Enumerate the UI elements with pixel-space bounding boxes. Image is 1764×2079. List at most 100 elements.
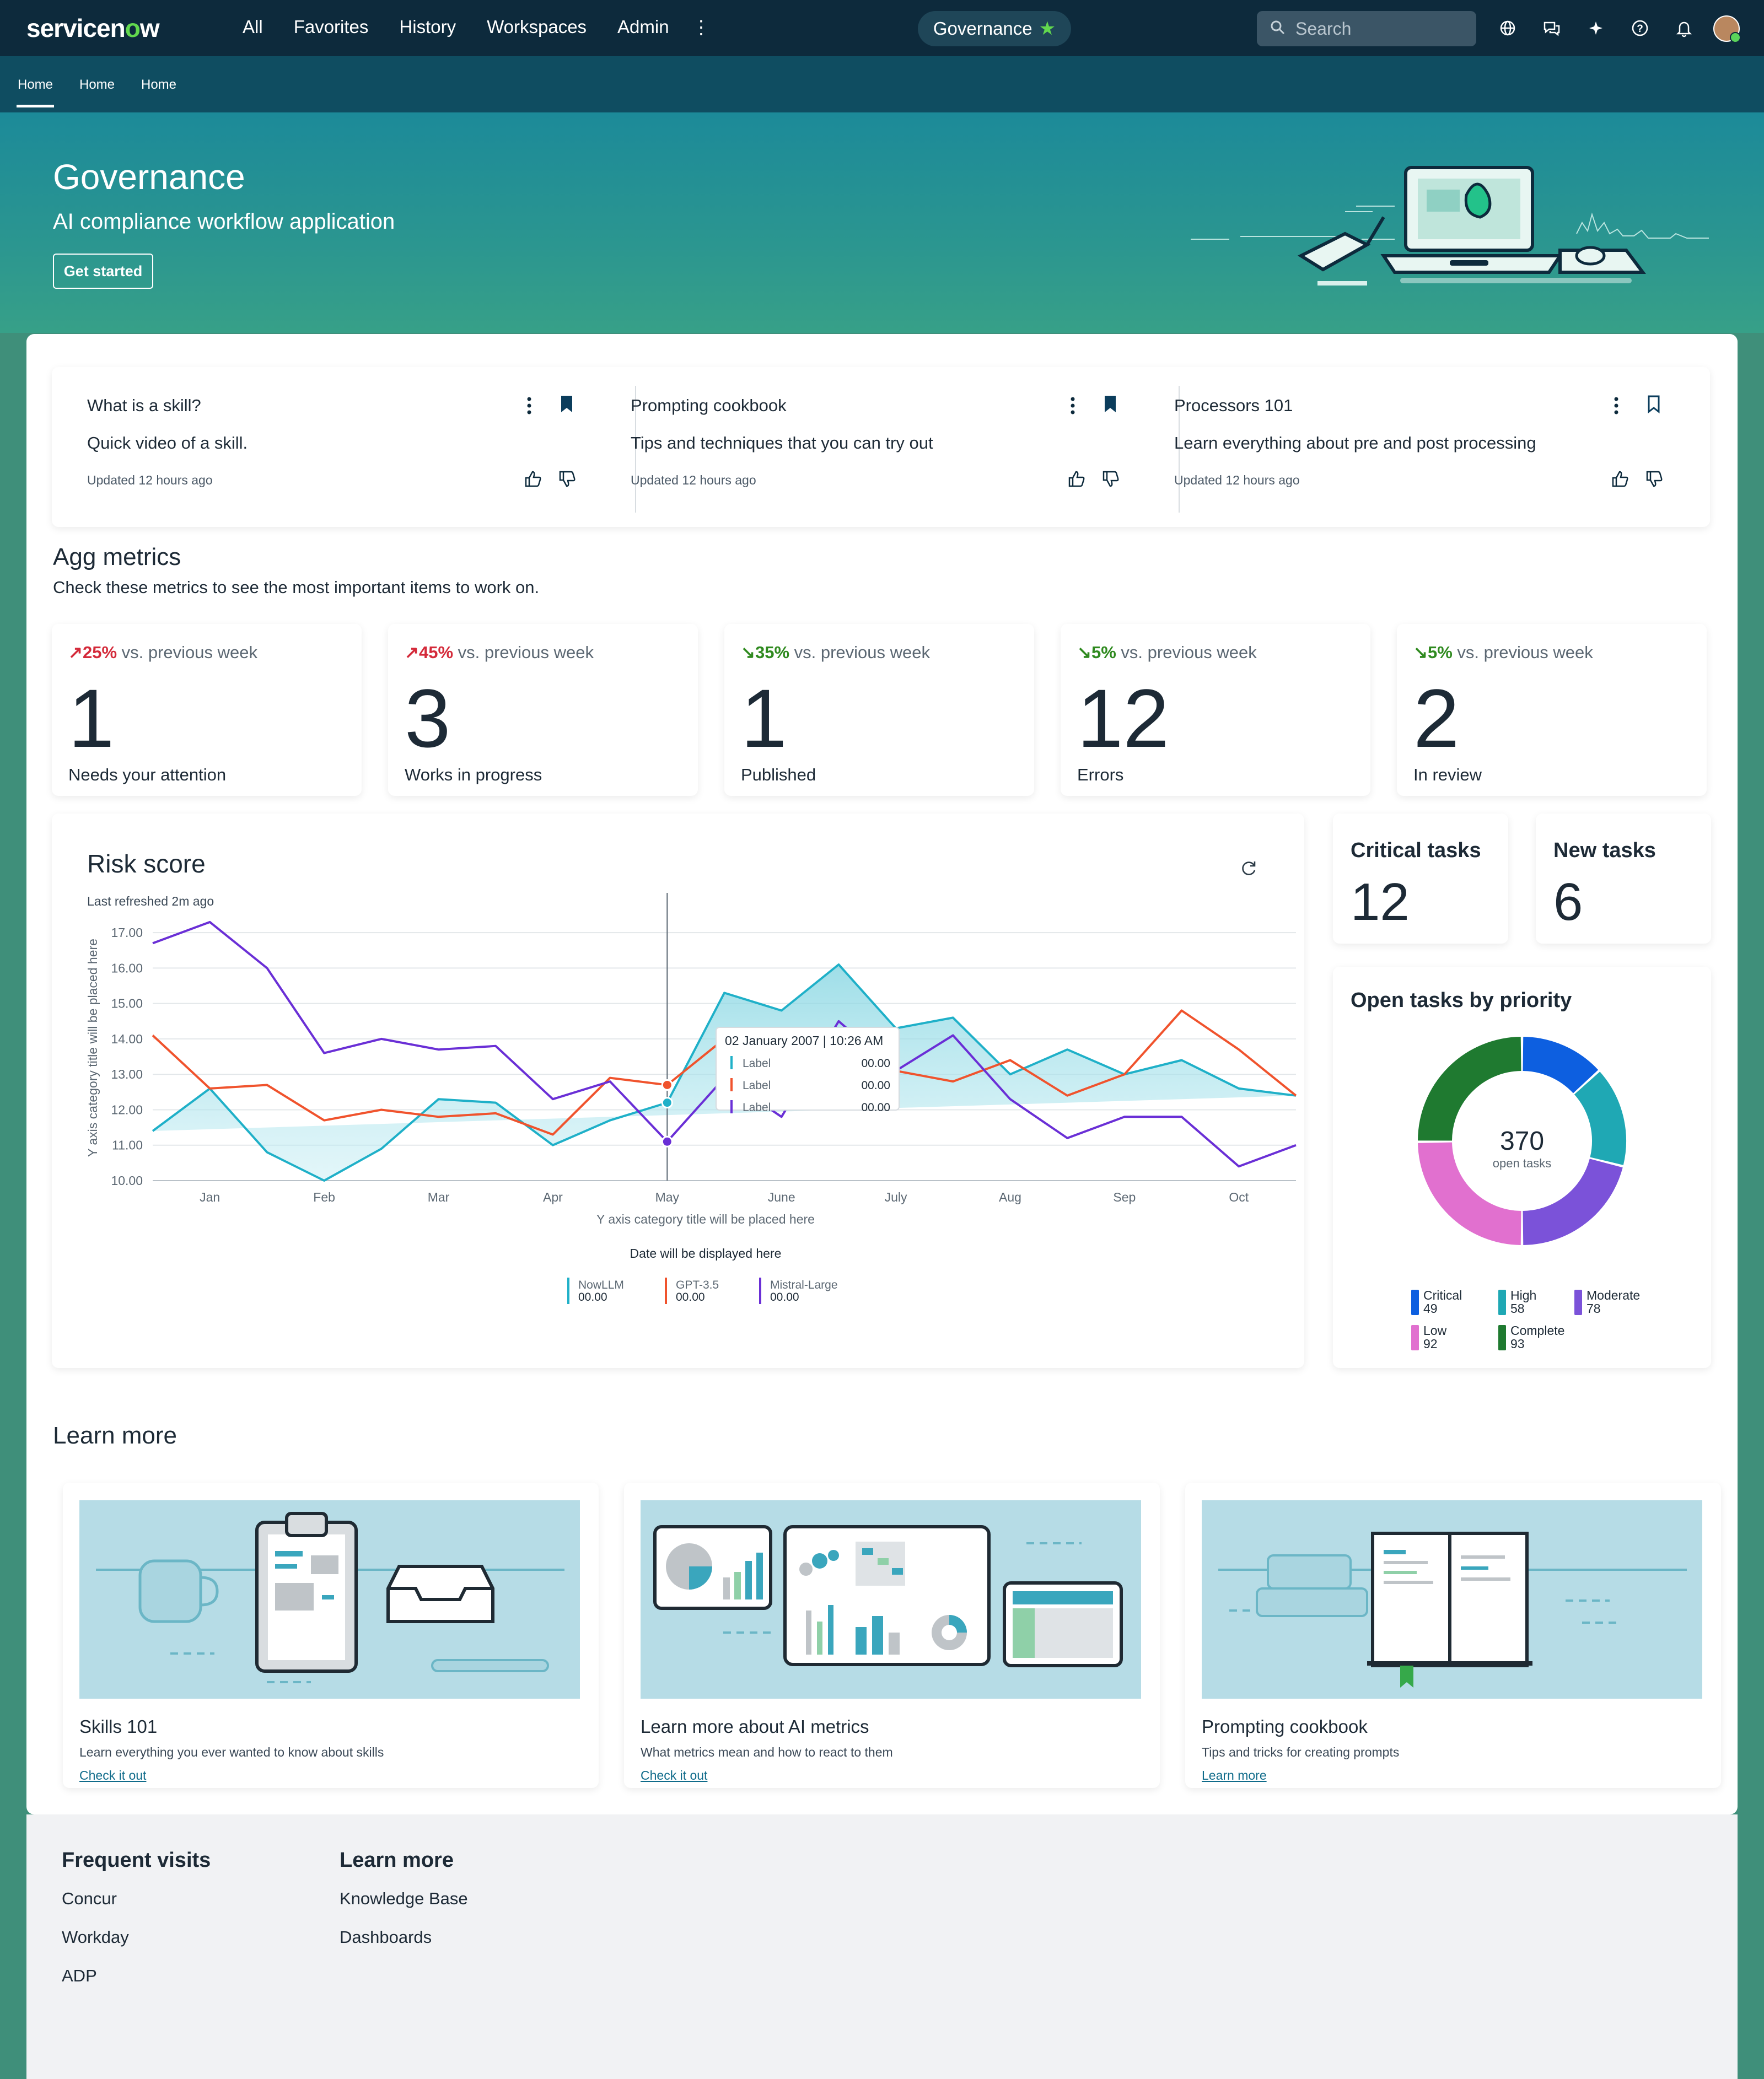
- y-tick-label: 13.00: [111, 1067, 143, 1081]
- footer-link[interactable]: Concur: [62, 1889, 211, 1909]
- pie-chart-icon: [653, 1525, 772, 1610]
- thumbs-up-icon[interactable]: [1067, 470, 1086, 488]
- help-icon[interactable]: ?: [1628, 17, 1652, 40]
- new-tasks-card[interactable]: New tasks 6: [1536, 814, 1711, 944]
- nav-link-workspaces[interactable]: Workspaces: [487, 17, 587, 37]
- tooltip-title: 02 January 2007 | 10:26 AM: [725, 1033, 883, 1048]
- x-tick-label: Feb: [313, 1190, 335, 1204]
- footer-link[interactable]: ADP: [62, 1966, 211, 1986]
- metric-card[interactable]: ↘5% vs. previous week 12 Errors: [1061, 624, 1370, 796]
- metric-label: Published: [741, 765, 816, 784]
- thumbs-down-icon[interactable]: [1645, 470, 1664, 488]
- learn-card-prompting-cookbook[interactable]: Prompting cookbook Tips and tricks for c…: [1185, 1483, 1721, 1788]
- nav-more-menu[interactable]: ⋮: [692, 17, 711, 39]
- workspace-pill[interactable]: Governance ★: [918, 11, 1071, 46]
- footer-link[interactable]: Workday: [62, 1927, 211, 1947]
- skill-card[interactable]: Prompting cookbook Tips and techniques t…: [595, 367, 1139, 527]
- metric-card[interactable]: ↗25% vs. previous week 1 Needs your atte…: [52, 624, 362, 796]
- metric-card[interactable]: ↘5% vs. previous week 2 In review: [1397, 624, 1707, 796]
- sparkle-icon[interactable]: [1584, 17, 1607, 40]
- donut-slice-critical[interactable]: [1522, 1037, 1599, 1094]
- donut-slice-high[interactable]: [1574, 1071, 1626, 1165]
- skill-card[interactable]: What is a skill? Quick video of a skill.…: [52, 367, 595, 527]
- kebab-menu-icon[interactable]: [525, 396, 534, 416]
- skill-card[interactable]: Processors 101 Learn everything about pr…: [1139, 367, 1682, 527]
- legend-item-high[interactable]: High 58: [1498, 1289, 1536, 1315]
- agg-metrics-title: Agg metrics: [53, 543, 181, 570]
- metric-value: 1: [741, 672, 787, 764]
- metric-card[interactable]: ↗45% vs. previous week 3 Works in progre…: [388, 624, 698, 796]
- chat-icon[interactable]: [1540, 17, 1563, 40]
- learn-card-description: What metrics mean and how to react to th…: [641, 1745, 893, 1759]
- skill-card-description: Tips and techniques that you can try out: [631, 433, 933, 453]
- nav-link-favorites[interactable]: Favorites: [294, 17, 369, 37]
- skill-card-updated: Updated 12 hours ago: [87, 473, 213, 487]
- legend-swatch: [1411, 1325, 1419, 1350]
- learn-card-description: Learn everything you ever wanted to know…: [79, 1745, 384, 1759]
- learn-card-ai-metrics[interactable]: Learn more about AI metrics What metrics…: [624, 1483, 1160, 1788]
- tooltip-value: 00.00: [861, 1079, 890, 1092]
- donut-slice-moderate[interactable]: [1522, 1158, 1623, 1245]
- nav-link-all[interactable]: All: [243, 17, 263, 37]
- tooltip-value: 00.00: [861, 1057, 890, 1070]
- get-started-button[interactable]: Get started: [53, 254, 153, 289]
- learn-card-link[interactable]: Check it out: [79, 1768, 146, 1783]
- learn-card-link[interactable]: Check it out: [641, 1768, 707, 1783]
- kebab-menu-icon[interactable]: [1068, 396, 1077, 416]
- nav-link-admin[interactable]: Admin: [617, 17, 669, 37]
- legend-item-moderate[interactable]: Moderate 78: [1574, 1289, 1640, 1315]
- footer-link[interactable]: Knowledge Base: [340, 1889, 468, 1909]
- learn-card-title: Prompting cookbook: [1202, 1716, 1368, 1737]
- learn-card-link[interactable]: Learn more: [1202, 1768, 1267, 1783]
- legend-item-low[interactable]: Low 92: [1411, 1324, 1446, 1350]
- bell-icon[interactable]: [1672, 17, 1696, 40]
- tooltip-label: Label: [743, 1057, 771, 1070]
- skill-card-description: Quick video of a skill.: [87, 433, 248, 453]
- legend-swatch: [759, 1278, 761, 1304]
- nav-link-history[interactable]: History: [399, 17, 456, 37]
- skill-card-title[interactable]: Prompting cookbook: [631, 396, 787, 416]
- learn-card-skills[interactable]: Skills 101 Learn everything you ever wan…: [63, 1483, 599, 1788]
- refresh-icon[interactable]: [1239, 859, 1258, 877]
- kebab-menu-icon[interactable]: [1612, 396, 1621, 416]
- x-tick-label: June: [768, 1190, 795, 1204]
- tab-home-3[interactable]: Home: [141, 77, 176, 93]
- legend-series-name: GPT-3.5: [676, 1279, 719, 1291]
- thumbs-down-icon[interactable]: [558, 470, 577, 488]
- bookmark-filled-icon[interactable]: [1102, 395, 1118, 414]
- skill-card-title[interactable]: What is a skill?: [87, 396, 201, 416]
- skill-card-updated: Updated 12 hours ago: [1174, 473, 1300, 487]
- skill-card-title[interactable]: Processors 101: [1174, 396, 1293, 416]
- globe-icon[interactable]: [1496, 17, 1519, 40]
- learn-card-title: Skills 101: [79, 1716, 158, 1737]
- user-avatar[interactable]: [1713, 15, 1741, 43]
- y-tick-label: 17.00: [111, 925, 143, 940]
- servicenow-logo[interactable]: servicenow: [26, 13, 160, 43]
- metric-change: ↗25% vs. previous week: [68, 643, 258, 662]
- thumbs-up-icon[interactable]: [1611, 470, 1629, 488]
- x-axis-title: Y axis category title will be placed her…: [596, 1212, 815, 1226]
- star-icon[interactable]: ★: [1039, 18, 1056, 40]
- thumbs-up-icon[interactable]: [524, 470, 542, 488]
- tab-home-2[interactable]: Home: [79, 77, 115, 93]
- learn-card-title: Learn more about AI metrics: [641, 1716, 869, 1737]
- search-input[interactable]: Search: [1257, 11, 1476, 46]
- bookmark-filled-icon[interactable]: [559, 395, 574, 414]
- y-tick-label: 15.00: [111, 997, 143, 1011]
- metric-change: ↘5% vs. previous week: [1077, 643, 1257, 662]
- critical-tasks-card[interactable]: Critical tasks 12: [1333, 814, 1508, 944]
- risk-score-title: Risk score: [87, 849, 206, 878]
- agg-metrics-subtitle: Check these metrics to see the most impo…: [53, 578, 540, 597]
- trend-down-icon: ↘: [1077, 643, 1091, 662]
- legend-item-critical[interactable]: Critical 49: [1411, 1289, 1462, 1315]
- tab-bar: Home Home Home: [0, 56, 1764, 112]
- bookmark-outline-icon[interactable]: [1646, 395, 1661, 414]
- chart-legend-title: Date will be displayed here: [630, 1246, 782, 1261]
- legend-swatch: [1498, 1290, 1506, 1315]
- metric-card[interactable]: ↘35% vs. previous week 1 Published: [724, 624, 1034, 796]
- nav-icons: ?: [1496, 17, 1696, 40]
- legend-item-complete[interactable]: Complete 93: [1498, 1324, 1564, 1350]
- footer-link[interactable]: Dashboards: [340, 1927, 468, 1947]
- thumbs-down-icon[interactable]: [1101, 470, 1120, 488]
- tab-home-1[interactable]: Home: [16, 77, 55, 107]
